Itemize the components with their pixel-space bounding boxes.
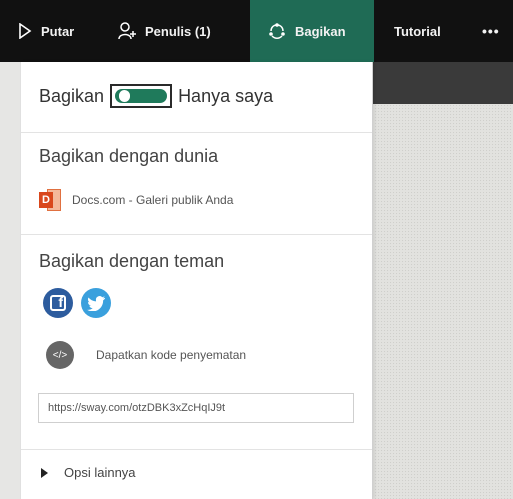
more-options-icon[interactable]: ••• xyxy=(482,0,500,62)
toggle-left-label: Bagikan xyxy=(39,85,105,106)
share-toggle-section: Bagikan Hanya saya xyxy=(21,62,372,133)
canvas-background xyxy=(371,104,513,499)
toggle-right-label: Hanya saya xyxy=(178,85,274,106)
share-toggle-switch[interactable] xyxy=(110,84,173,108)
left-background xyxy=(0,62,20,499)
tutorial-label: Tutorial xyxy=(394,23,441,39)
docs-com-label: Docs.com - Galeri publik Anda xyxy=(72,193,234,207)
share-toggle-row: Bagikan Hanya saya xyxy=(39,84,273,108)
share-panel: Bagikan Hanya saya Bagikan dengan dunia … xyxy=(20,62,373,499)
embed-code-link[interactable]: </> Dapatkan kode penyematan xyxy=(46,341,246,369)
share-friends-title: Bagikan dengan teman xyxy=(39,251,225,271)
docs-com-icon: D xyxy=(39,189,61,211)
share-url-field[interactable] xyxy=(38,393,354,423)
authors-button[interactable]: Penulis (1) xyxy=(118,0,211,62)
more-options-label: Opsi lainnya xyxy=(64,465,136,480)
share-world-section: Bagikan dengan dunia xyxy=(21,132,372,235)
share-icon xyxy=(268,22,286,40)
play-label: Putar xyxy=(41,23,75,39)
twitter-icon[interactable] xyxy=(81,288,111,318)
person-add-icon xyxy=(118,22,136,40)
play-icon xyxy=(18,23,32,39)
canvas-header-strip xyxy=(371,62,513,104)
more-options-toggle[interactable]: Opsi lainnya xyxy=(41,465,136,480)
caret-right-icon xyxy=(41,467,48,478)
share-label: Bagikan xyxy=(295,23,346,39)
tab-share[interactable]: Bagikan xyxy=(250,0,374,62)
top-toolbar: Putar Penulis (1) Bagikan Tutorial ••• xyxy=(0,0,513,62)
embed-code-label: Dapatkan kode penyematan xyxy=(96,348,247,362)
code-icon: </> xyxy=(46,341,74,369)
authors-label: Penulis (1) xyxy=(145,23,211,39)
tutorial-button[interactable]: Tutorial xyxy=(394,0,441,62)
share-world-title: Bagikan dengan dunia xyxy=(39,146,219,166)
docs-com-link[interactable]: D Docs.com - Galeri publik Anda xyxy=(39,189,233,211)
facebook-icon[interactable]: f xyxy=(43,288,73,318)
play-button[interactable]: Putar xyxy=(18,0,74,62)
